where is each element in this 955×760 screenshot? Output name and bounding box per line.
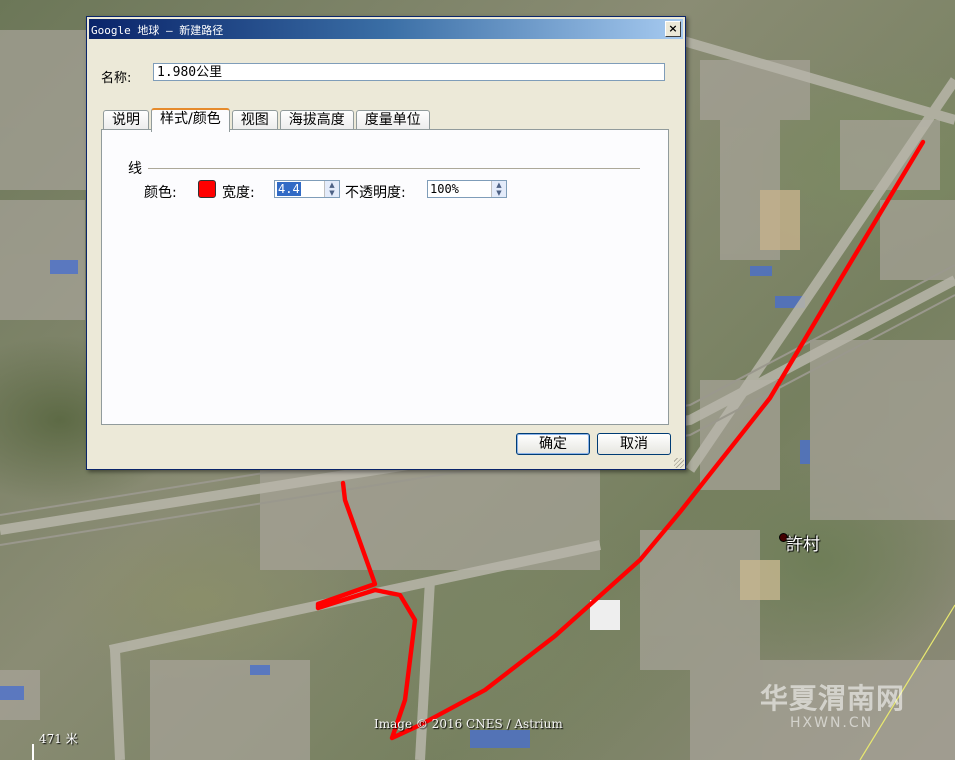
tab-description[interactable]: 说明	[103, 110, 149, 130]
opacity-spin-arrows[interactable]: ▲ ▼	[491, 181, 506, 197]
width-spinner[interactable]: 4.4 ▲ ▼	[274, 180, 340, 198]
tab-style-color[interactable]: 样式/颜色	[151, 108, 230, 132]
width-label: 宽度:	[222, 185, 255, 201]
scale-label: 471 米	[39, 732, 78, 746]
spin-up-icon[interactable]: ▲	[492, 181, 506, 189]
tab-measurements[interactable]: 度量单位	[355, 110, 430, 130]
name-label: 名称:	[101, 71, 132, 86]
tab-altitude[interactable]: 海拔高度	[279, 110, 354, 130]
new-path-dialog: Google 地球 – 新建路径 × 名称: 1.980公里 说明 样式/颜色 …	[86, 16, 686, 470]
opacity-label: 不透明度:	[345, 185, 406, 201]
spin-up-icon[interactable]: ▲	[325, 181, 339, 189]
scale-bar-icon	[32, 744, 34, 760]
spin-down-icon[interactable]: ▼	[325, 189, 339, 197]
resize-grip-icon[interactable]	[674, 458, 684, 468]
tab-view[interactable]: 视图	[231, 110, 278, 130]
dialog-titlebar[interactable]: Google 地球 – 新建路径 ×	[89, 19, 683, 39]
tab-strip: 说明 样式/颜色 视图 海拔高度 度量单位	[103, 107, 432, 132]
close-button[interactable]: ×	[665, 21, 681, 37]
opacity-spinner[interactable]: 100% ▲ ▼	[427, 180, 507, 198]
style-color-panel: 线 颜色: 宽度: 4.4 ▲ ▼ 不透明度: 100% ▲ ▼	[101, 129, 669, 425]
width-spin-arrows[interactable]: ▲ ▼	[324, 181, 339, 197]
group-divider	[148, 168, 640, 169]
place-label[interactable]: 許村	[786, 530, 820, 555]
color-label: 颜色:	[144, 185, 177, 201]
name-input[interactable]: 1.980公里	[153, 63, 665, 81]
spin-down-icon[interactable]: ▼	[492, 189, 506, 197]
watermark: 华夏渭南网	[760, 682, 906, 715]
ok-button[interactable]: 确定	[516, 433, 590, 455]
watermark-sub: HXWN.CN	[790, 715, 874, 731]
width-value[interactable]: 4.4	[277, 182, 301, 196]
imagery-attribution: Image © 2016 CNES / Astrium	[374, 717, 563, 731]
dialog-title: Google 地球 – 新建路径	[91, 24, 224, 37]
opacity-value[interactable]: 100%	[430, 182, 459, 196]
line-color-swatch[interactable]	[198, 180, 216, 198]
cancel-button[interactable]: 取消	[597, 433, 671, 455]
line-group-label: 线	[128, 161, 142, 177]
